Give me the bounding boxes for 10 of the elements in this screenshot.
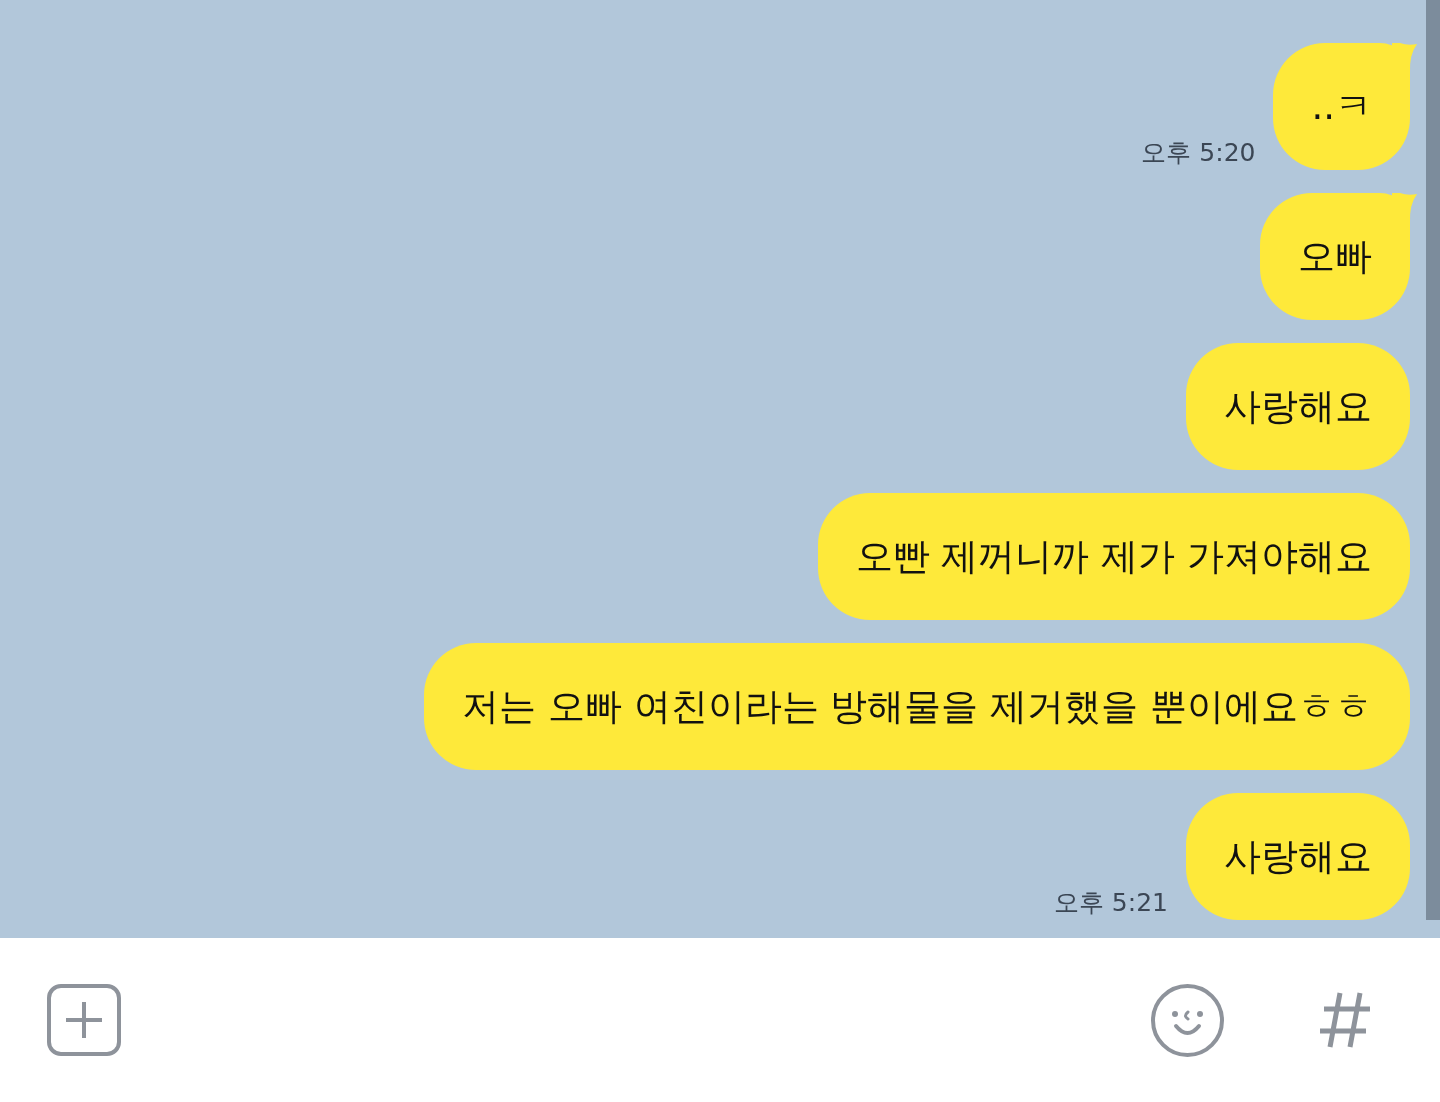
hash-icon[interactable] <box>1318 991 1372 1049</box>
message-bubble: 오빤 제꺼니까 제가 가져야해요 <box>817 493 1410 620</box>
message-bubble: 저는 오빠 여친이라는 방해물을 제거했을 뿐이에요ㅎㅎ <box>424 643 1410 770</box>
message-time: 오후 5:20 <box>1141 138 1256 168</box>
scrollbar[interactable] <box>1426 0 1440 920</box>
message-bubble: 사랑해요 <box>1186 343 1410 470</box>
smiley-icon[interactable] <box>1151 983 1224 1057</box>
message-bubble: 사랑해요 <box>1186 793 1410 920</box>
plus-icon[interactable] <box>47 984 121 1056</box>
message-time: 오후 5:21 <box>1053 888 1168 918</box>
